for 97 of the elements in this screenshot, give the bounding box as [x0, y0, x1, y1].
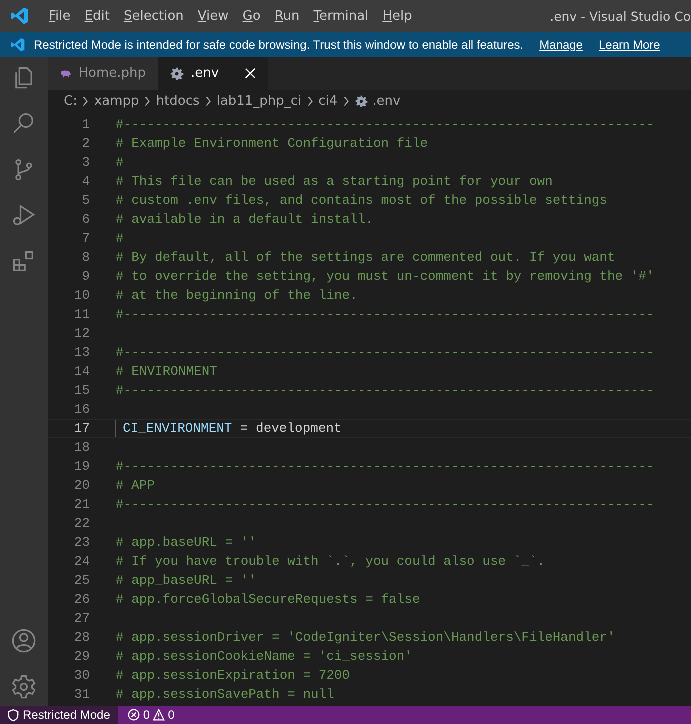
- restricted-mode-status[interactable]: Restricted Mode: [0, 706, 118, 724]
- code-key: CI_ENVIRONMENT: [123, 420, 232, 437]
- code-operator: =: [240, 420, 248, 437]
- line-number: 31: [73, 686, 90, 704]
- code-comment: # app.sessionCookieName = 'ci_session': [116, 648, 412, 666]
- code-comment: #--------------------------------------------------------------------: [116, 496, 654, 514]
- code-comment: # Example Environment Configuration file: [116, 135, 428, 153]
- line-number: 28: [73, 629, 90, 647]
- line-number: 24: [73, 553, 90, 571]
- close-icon[interactable]: [245, 68, 256, 79]
- code-comment: #--------------------------------------------------------------------: [116, 306, 654, 324]
- line-number: 20: [73, 477, 90, 495]
- line-number: 18: [73, 439, 90, 457]
- app-logo-icon: [10, 36, 26, 52]
- code-comment: # at the beginning of the line.: [116, 287, 358, 305]
- menu-item[interactable]: Terminal: [306, 8, 376, 24]
- code-comment: #: [116, 230, 124, 248]
- editor-tab[interactable]: Home.php: [48, 57, 158, 90]
- code-comment: # By default, all of the settings are commented out. If you want: [116, 249, 616, 267]
- line-number: 13: [73, 344, 90, 362]
- line-number: 1: [81, 116, 90, 134]
- line-number: 22: [73, 515, 90, 533]
- problems-status[interactable]: 0 0: [118, 706, 185, 724]
- settings-icon[interactable]: [11, 674, 37, 700]
- menu-item[interactable]: Selection: [116, 8, 191, 24]
- menu-item[interactable]: Run: [268, 8, 307, 24]
- line-number: 30: [73, 667, 90, 685]
- banner-link[interactable]: Manage: [540, 38, 583, 52]
- line-number: 29: [73, 648, 90, 666]
- code-comment: #--------------------------------------------------------------------: [116, 382, 654, 400]
- banner-message: Restricted Mode is intended for safe code browsing. Trust this window to enable all features.: [34, 38, 524, 52]
- code-comment: # app.baseURL = '': [116, 534, 256, 552]
- breadcrumb-item[interactable]: .env: [372, 94, 401, 108]
- code-comment: # APP: [116, 477, 156, 495]
- menu-item[interactable]: View: [190, 8, 236, 24]
- line-number: 10: [73, 287, 90, 305]
- breadcrumb-item[interactable]: C:: [64, 94, 78, 108]
- gear-icon: [170, 66, 184, 80]
- menu-item[interactable]: File: [42, 8, 78, 24]
- code-comment: # app.forceGlobalSecureRequests = false: [116, 591, 420, 609]
- banner-link[interactable]: Learn More: [598, 38, 660, 52]
- breadcrumb-item[interactable]: lab11_php_ci: [216, 94, 302, 108]
- line-number: 25: [73, 572, 90, 590]
- line-number: 21: [73, 496, 90, 514]
- line-number: 2: [81, 135, 90, 153]
- line-number: 15: [73, 382, 90, 400]
- menu-item[interactable]: Go: [236, 8, 268, 24]
- error-icon: [128, 709, 140, 721]
- code-comment: #--------------------------------------------------------------------: [116, 344, 654, 362]
- chevron-icon: [82, 96, 90, 106]
- line-number: 17: [73, 420, 90, 437]
- code-comment: # ENVIRONMENT: [116, 363, 218, 381]
- code-comment: #--------------------------------------------------------------------: [116, 116, 654, 134]
- breadcrumb-item[interactable]: htdocs: [156, 94, 200, 108]
- line-number: 23: [73, 534, 90, 552]
- breadcrumb-item[interactable]: ci4: [318, 94, 338, 108]
- code-comment: # app.sessionSavePath = null: [116, 686, 334, 704]
- line-number: 19: [73, 458, 90, 476]
- code-comment: # This file can be used as a starting point for your own: [116, 173, 553, 191]
- line-number: 12: [73, 325, 90, 343]
- line-number: 4: [81, 173, 90, 191]
- line-number: 26: [73, 591, 90, 609]
- account-icon[interactable]: [11, 628, 37, 654]
- menu-item[interactable]: Help: [376, 8, 420, 24]
- line-number: 11: [73, 306, 90, 324]
- elephant-icon: [60, 68, 72, 80]
- menu-item[interactable]: Edit: [78, 8, 117, 24]
- code-comment: # available in a default install.: [116, 211, 374, 229]
- chevron-icon: [144, 96, 152, 106]
- line-number: 6: [81, 211, 90, 229]
- line-number: 3: [81, 154, 90, 172]
- chevron-icon: [306, 96, 314, 106]
- chevron-icon: [342, 96, 350, 106]
- editor-tab[interactable]: .env: [158, 57, 268, 90]
- code-comment: # custom .env files, and contains most of the possible settings: [116, 192, 608, 210]
- line-number: 7: [81, 230, 90, 248]
- warning-icon: [153, 709, 166, 721]
- code-comment: # app.sessionDriver = 'CodeIgniter\Session\Handlers\FileHandler': [116, 629, 616, 647]
- line-number: 9: [81, 268, 90, 286]
- line-number: 16: [73, 401, 90, 419]
- gear-icon: [354, 94, 368, 108]
- line-number: 8: [81, 249, 90, 267]
- shield-icon: [8, 708, 19, 722]
- line-number: 14: [73, 363, 90, 381]
- code-comment: #--------------------------------------------------------------------: [116, 458, 654, 476]
- line-number: 27: [73, 610, 90, 628]
- chevron-icon: [204, 96, 212, 106]
- code-comment: # to override the setting, you must un-comment it by removing the '#': [116, 268, 654, 286]
- code-comment: # app_baseURL = '': [116, 572, 256, 590]
- window-title: .env - Visual Studio Co: [550, 8, 691, 24]
- app-logo-icon: [10, 6, 30, 26]
- code-comment: #: [116, 154, 124, 172]
- code-value: development: [256, 420, 342, 437]
- code-comment: # If you have trouble with `.`, you could also use `_`.: [116, 553, 546, 571]
- code-comment: # app.sessionExpiration = 7200: [116, 667, 350, 685]
- breadcrumb-item[interactable]: xampp: [94, 94, 140, 108]
- line-number: 5: [81, 192, 90, 210]
